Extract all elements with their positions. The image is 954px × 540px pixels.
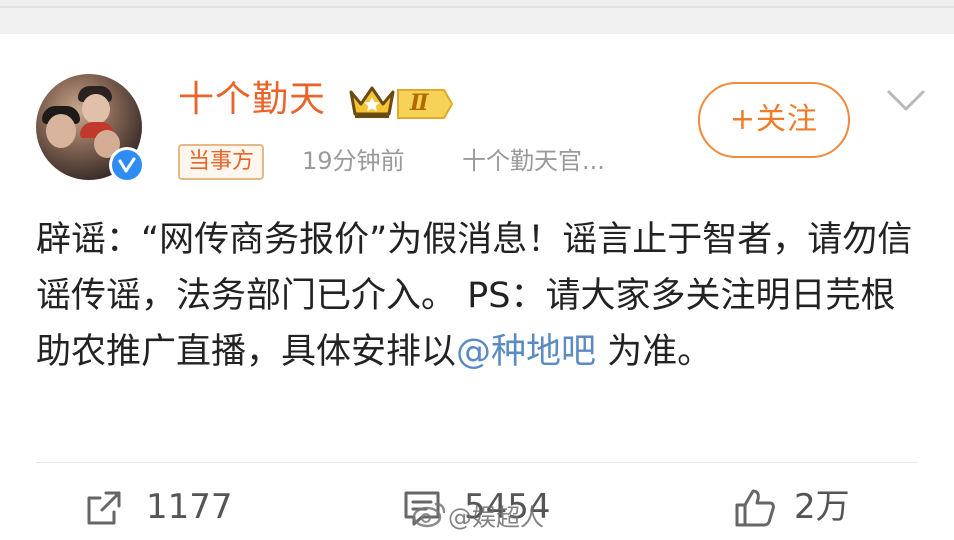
repost-icon (87, 491, 121, 525)
role-badge: 当事方 (178, 144, 265, 180)
thumbs-up-icon (735, 489, 775, 527)
username[interactable]: 十个勤天 (178, 76, 326, 124)
watermark-text: @娱超人 (448, 503, 544, 532)
verified-blue-icon (109, 147, 145, 183)
level-text: Ⅱ (410, 90, 429, 116)
repost-button[interactable]: 1177 (84, 484, 254, 530)
actions-divider (36, 462, 918, 463)
post-source[interactable]: 十个勤天官... (462, 144, 605, 178)
watermark: @娱超人 (412, 500, 544, 534)
mention-link[interactable]: @种地吧 (456, 332, 596, 372)
weibo-logo-icon (412, 500, 446, 537)
like-count: 2万 (794, 487, 850, 527)
chevron-down-icon[interactable] (886, 88, 926, 118)
like-button[interactable]: 2万 (734, 484, 864, 530)
top-divider (0, 6, 954, 8)
post-time: 19分钟前 (302, 147, 405, 175)
crown-icon (347, 84, 397, 124)
post-body-tail: 为准。 (596, 332, 713, 372)
follow-button[interactable]: +关注 (698, 82, 850, 158)
level-badge: Ⅱ (396, 88, 454, 120)
repost-count: 1177 (146, 487, 233, 527)
top-gray-band (0, 0, 954, 34)
post-body: 辟谣：“网传商务报价”为假消息！谣言止于智者，请勿信谣传谣，法务部门已介入。 P… (36, 212, 926, 380)
